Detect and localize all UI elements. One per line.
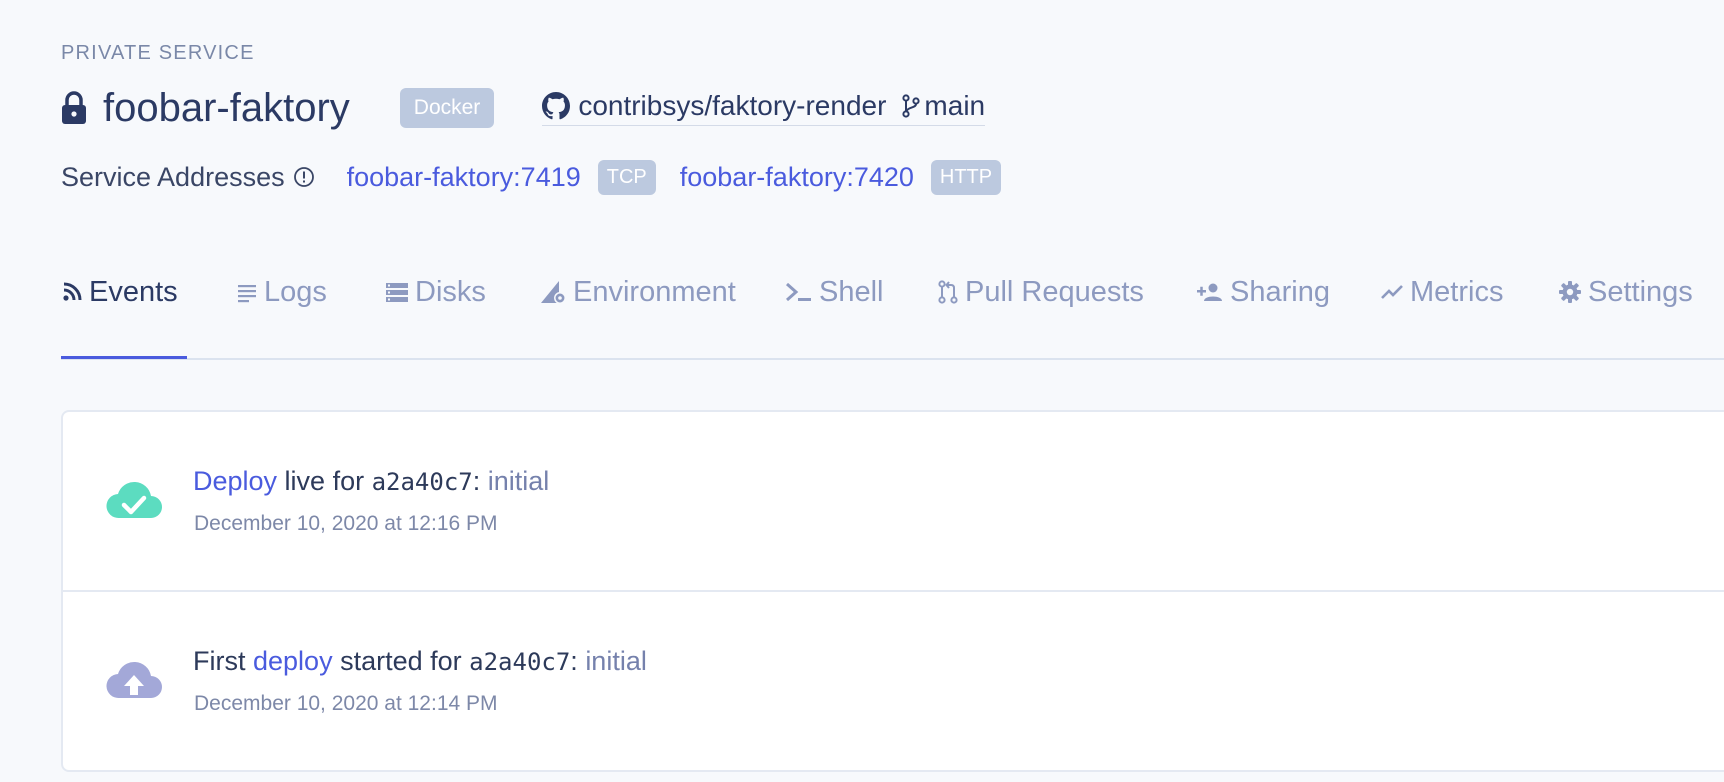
event-text: started for (332, 646, 470, 676)
service-addresses-label: Service Addresses (61, 161, 285, 192)
event-title: Deploy live for a2a40c7: initial (193, 466, 549, 497)
event-prefix: First (193, 646, 253, 676)
environment-icon (541, 281, 566, 304)
tab-shell[interactable]: Shell (785, 272, 884, 312)
protocol-badge-http: HTTP (930, 159, 1002, 195)
separator: : (472, 466, 488, 496)
tab-label: Metrics (1410, 275, 1504, 308)
commit-sha: a2a40c7 (371, 468, 473, 496)
tab-label: Logs (264, 275, 327, 308)
tab-label: Environment (573, 275, 736, 308)
tab-label: Sharing (1230, 275, 1330, 308)
event-text: live for (277, 466, 372, 496)
github-icon (542, 92, 571, 120)
address-link-http[interactable]: foobar-faktory:7420 (680, 162, 914, 193)
tab-label: Settings (1588, 275, 1693, 308)
shell-icon (786, 282, 811, 302)
info-icon[interactable] (293, 166, 315, 188)
lock-icon (61, 89, 91, 127)
repo-link[interactable]: contribsys/faktory-render main (542, 90, 986, 126)
service-type-label: PRIVATE SERVICE (61, 42, 255, 64)
commit-message: initial (585, 646, 647, 676)
list-item: Deploy live for a2a40c7: initial Decembe… (63, 412, 1724, 592)
tab-pull-requests[interactable]: Pull Requests (937, 272, 1144, 312)
branch-icon (902, 94, 921, 118)
runtime-badge: Docker (399, 88, 495, 128)
commit-message: initial (487, 466, 550, 496)
event-timestamp: December 10, 2020 at 12:14 PM (194, 692, 498, 715)
disks-icon (386, 283, 408, 302)
tab-label: Pull Requests (965, 275, 1144, 308)
separator: : (570, 646, 586, 676)
rss-icon (63, 282, 82, 301)
pull-request-icon (938, 280, 958, 304)
tab-environment[interactable]: Environment (539, 272, 736, 312)
commit-sha: a2a40c7 (469, 648, 571, 676)
event-timestamp: December 10, 2020 at 12:16 PM (194, 512, 498, 535)
deploy-link[interactable]: Deploy (193, 466, 277, 496)
list-item: First deploy started for a2a40c7: initia… (63, 592, 1724, 772)
add-user-icon (1197, 283, 1222, 301)
cloud-upload-icon (106, 661, 162, 699)
gear-icon (1559, 281, 1581, 303)
cloud-check-icon (106, 481, 162, 519)
address-link-tcp[interactable]: foobar-faktory:7419 (347, 162, 581, 193)
service-addresses: Service Addresses foobar-faktory:7419 TC… (61, 156, 1002, 198)
branch-name: main (924, 90, 986, 121)
page-title: foobar-faktory (103, 85, 350, 130)
tab-events[interactable]: Events (61, 272, 178, 312)
event-title: First deploy started for a2a40c7: initia… (193, 646, 647, 677)
tab-label: Disks (415, 275, 486, 308)
metrics-icon (1381, 285, 1403, 299)
tab-label: Shell (819, 275, 884, 308)
service-header: foobar-faktory Docker contribsys/faktory… (61, 80, 986, 136)
tab-bar: Events Logs Disks Environment Shell Pull… (61, 262, 1724, 360)
events-list: Deploy live for a2a40c7: initial Decembe… (61, 410, 1724, 772)
protocol-badge-tcp: TCP (597, 159, 656, 195)
tab-metrics[interactable]: Metrics (1380, 272, 1503, 312)
tab-logs[interactable]: Logs (236, 272, 327, 312)
tab-sharing[interactable]: Sharing (1196, 272, 1330, 312)
deploy-link[interactable]: deploy (253, 646, 333, 676)
repo-name: contribsys/faktory-render (578, 90, 887, 121)
active-tab-indicator (61, 356, 187, 359)
tab-disks[interactable]: Disks (385, 272, 486, 312)
tab-settings[interactable]: Settings (1558, 272, 1693, 312)
logs-icon (238, 285, 256, 303)
tab-label: Events (89, 275, 178, 308)
